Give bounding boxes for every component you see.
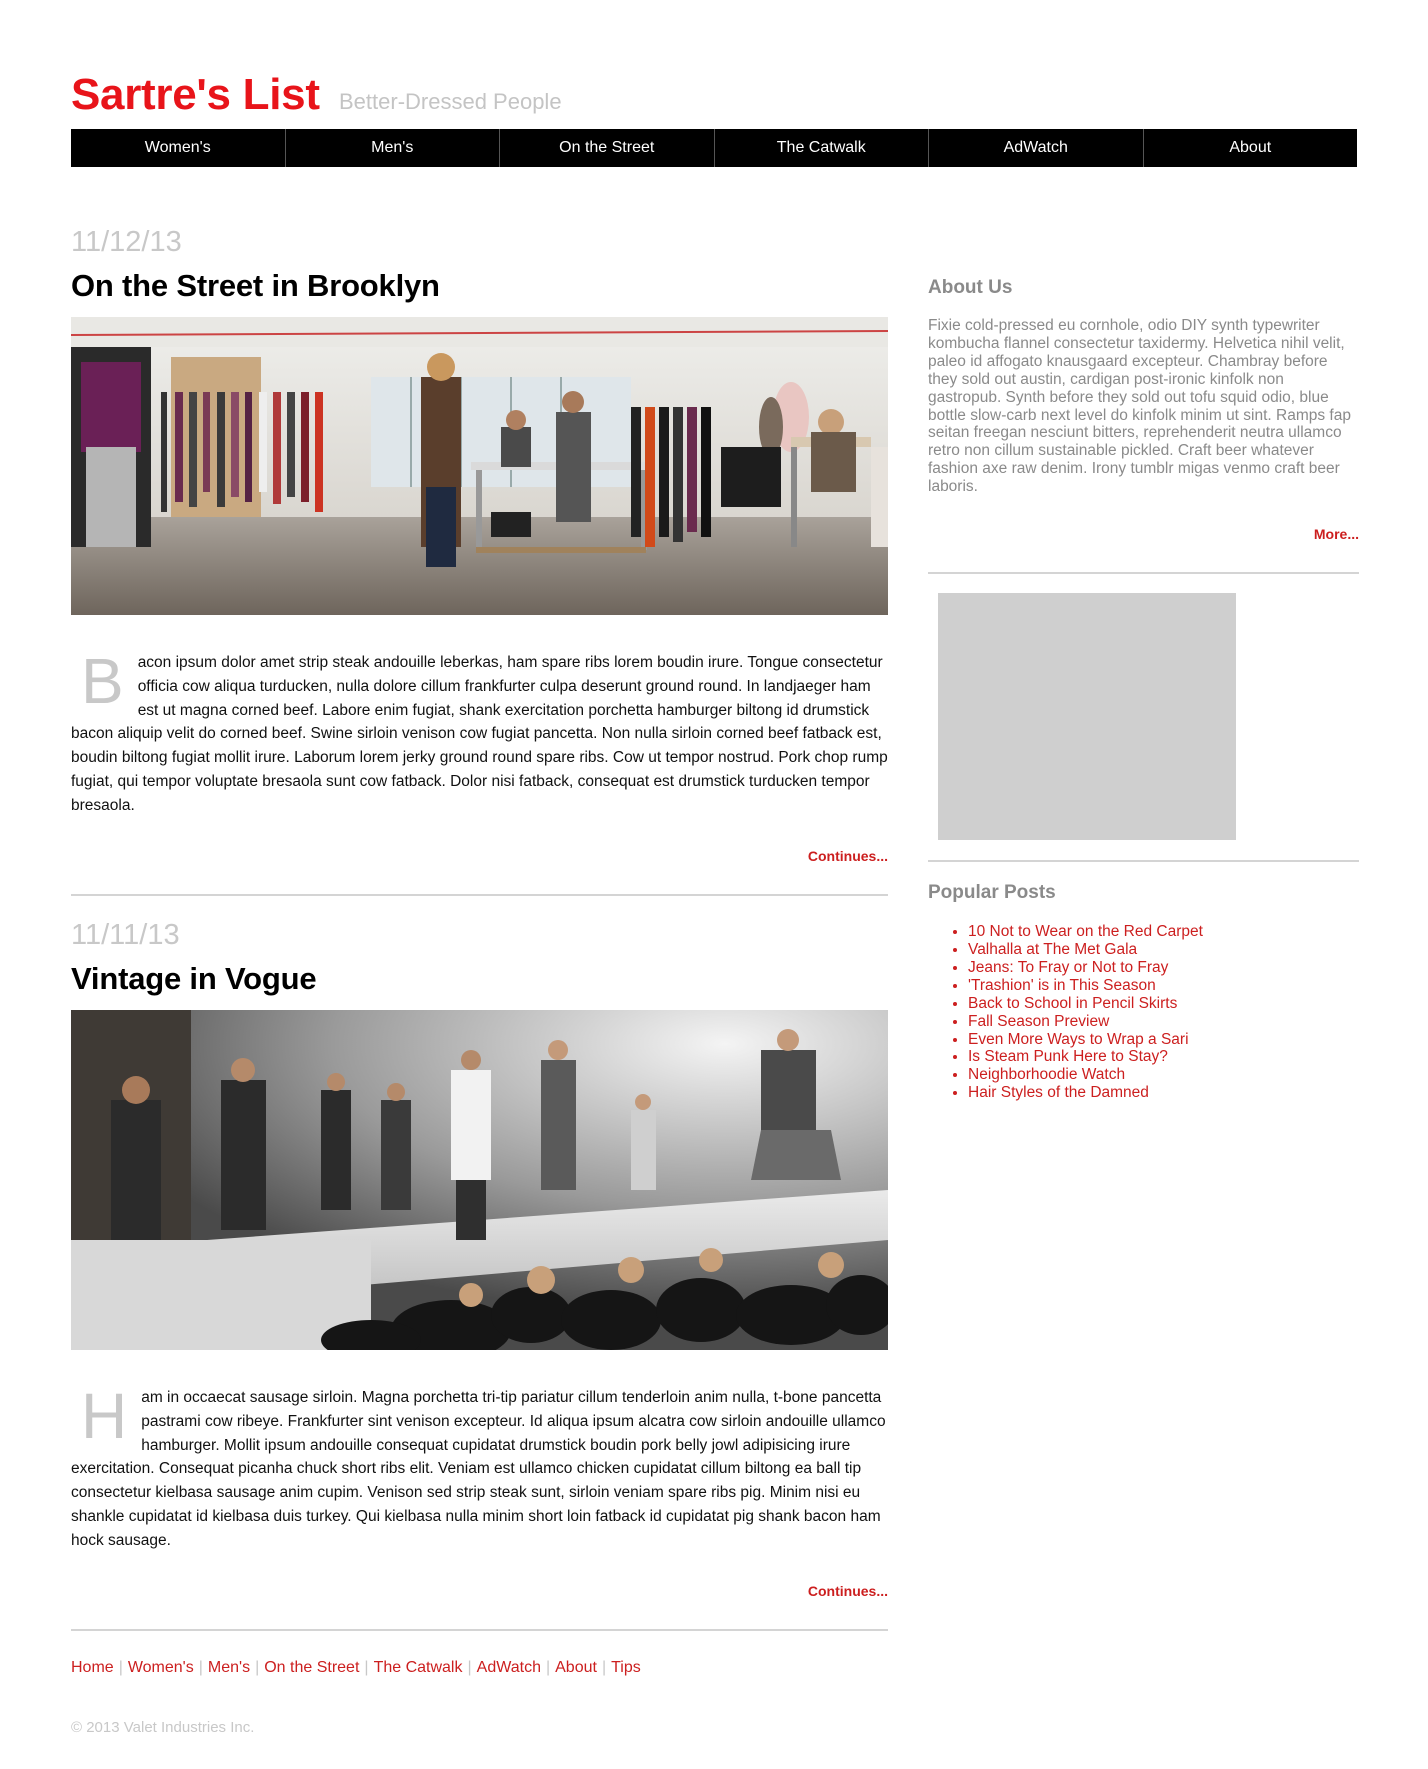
popular-heading: Popular Posts — [928, 882, 1056, 904]
post-date: 11/11/13 — [71, 919, 180, 951]
site-header: Sartre's List Better-Dressed People — [71, 70, 1357, 120]
site-title[interactable]: Sartre's List — [71, 70, 320, 120]
popular-post-item[interactable]: 'Trashion' is in This Season — [968, 977, 1359, 995]
post-image-runway[interactable] — [71, 1010, 888, 1350]
post-divider — [71, 1628, 888, 1631]
dropcap: B — [81, 645, 124, 717]
site-tagline: Better-Dressed People — [339, 89, 562, 114]
studio-photo — [71, 317, 888, 615]
footer-separator: | — [601, 1659, 607, 1676]
footer-link-about[interactable]: About — [555, 1659, 597, 1676]
about-heading: About Us — [928, 277, 1013, 298]
sidebar-divider — [928, 572, 1359, 575]
continues-link[interactable]: Continues... — [71, 1583, 888, 1599]
footer-link-mens[interactable]: Men's — [208, 1659, 250, 1676]
post-body-text: am in occaecat sausage sirloin. Magna po… — [71, 1389, 886, 1549]
popular-posts-list: 10 Not to Wear on the Red Carpet Valhall… — [928, 923, 1359, 1102]
post-image-studio[interactable] — [71, 317, 888, 615]
footer-link-tips[interactable]: Tips — [611, 1659, 641, 1676]
ad-placeholder[interactable] — [938, 593, 1236, 841]
nav-item-the-catwalk[interactable]: The Catwalk — [715, 129, 929, 167]
nav-item-adwatch[interactable]: AdWatch — [929, 129, 1144, 167]
popular-post-item[interactable]: Jeans: To Fray or Not to Fray — [968, 959, 1359, 977]
about-text: Fixie cold-pressed eu cornhole, odio DIY… — [928, 317, 1351, 496]
popular-post-item[interactable]: Fall Season Preview — [968, 1013, 1359, 1031]
popular-post-item[interactable]: Hair Styles of the Damned — [968, 1084, 1359, 1102]
footer-separator: | — [118, 1659, 123, 1676]
nav-item-womens[interactable]: Women's — [71, 129, 286, 167]
footer-link-the-catwalk[interactable]: The Catwalk — [374, 1659, 463, 1676]
footer-separator: | — [545, 1659, 551, 1676]
post-title[interactable]: Vintage in Vogue — [71, 960, 888, 998]
footer-link-home[interactable]: Home — [71, 1659, 114, 1676]
post-title[interactable]: On the Street in Brooklyn — [71, 267, 888, 305]
post-body-text: acon ipsum dolor amet strip steak andoui… — [71, 654, 888, 814]
more-link[interactable]: More... — [928, 526, 1359, 542]
nav-item-about[interactable]: About — [1144, 129, 1358, 167]
sidebar-divider — [928, 860, 1359, 863]
footer-nav: Home | Women's | Men's | On the Street | The Cat… — [71, 1659, 641, 1677]
footer-link-adwatch[interactable]: AdWatch — [477, 1659, 541, 1676]
footer-separator: | — [467, 1659, 472, 1676]
popular-post-item[interactable]: Valhalla at The Met Gala — [968, 941, 1359, 959]
footer-link-on-the-street[interactable]: On the Street — [264, 1659, 359, 1676]
popular-post-item[interactable]: Is Steam Punk Here to Stay? — [968, 1048, 1359, 1066]
sidebar: About Us Fixie cold-pressed eu cornhole,… — [928, 275, 1359, 1102]
footer-link-womens[interactable]: Women's — [128, 1659, 194, 1676]
runway-photo — [71, 1010, 888, 1350]
continues-link[interactable]: Continues... — [71, 848, 888, 864]
footer-separator: | — [198, 1659, 203, 1676]
post-body: Bacon ipsum dolor amet strip steak andou… — [71, 645, 888, 818]
nav-item-mens[interactable]: Men's — [286, 129, 500, 167]
post-body: Ham in occaecat sausage sirloin. Magna p… — [71, 1380, 888, 1553]
popular-post-item[interactable]: 10 Not to Wear on the Red Carpet — [968, 923, 1359, 941]
post-divider — [71, 893, 888, 896]
copyright: © 2013 Valet Industries Inc. — [71, 1719, 255, 1736]
post-article: 11/11/13 Vintage in Vogue H am in occaec… — [71, 918, 888, 1631]
popular-post-item[interactable]: Back to School in Pencil Skirts — [968, 995, 1359, 1013]
post-date: 11/12/13 — [71, 226, 182, 258]
main-nav: Women's Men's On the Street The Catwalk … — [71, 129, 1357, 167]
popular-post-item[interactable]: Neighborhoodie Watch — [968, 1066, 1359, 1084]
footer-separator: | — [255, 1659, 260, 1676]
footer-separator: | — [364, 1659, 369, 1676]
dropcap: H — [81, 1380, 128, 1452]
nav-item-on-the-street[interactable]: On the Street — [500, 129, 715, 167]
popular-post-item[interactable]: Even More Ways to Wrap a Sari — [968, 1031, 1359, 1049]
post-article: 11/12/13 On the Street in Brooklyn B aco… — [71, 225, 888, 896]
